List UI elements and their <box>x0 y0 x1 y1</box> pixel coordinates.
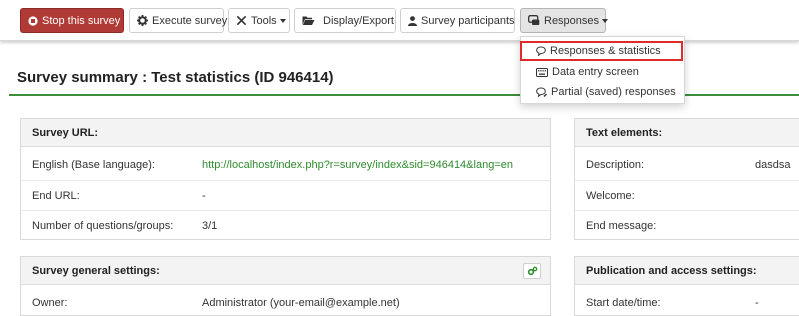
chevron-down-icon <box>602 18 609 23</box>
menu-item-partial-responses[interactable]: Partial (saved) responses <box>521 82 684 102</box>
responses-icon <box>528 15 540 26</box>
menu-item-responses-statistics[interactable]: Responses & statistics <box>520 41 683 61</box>
menu-item-label: Responses & statistics <box>550 45 661 57</box>
panel-title: Survey URL: <box>21 119 550 147</box>
speech-bubble-edit-icon <box>536 87 547 97</box>
responses-dropdown-menu: Responses & statistics Data entry screen… <box>520 36 685 104</box>
row-value-owner: Administrator (your-email@example.net) <box>202 297 400 309</box>
row-label-questions-groups: Number of questions/groups: <box>32 220 174 232</box>
tools-menu-button[interactable]: Tools <box>228 8 290 33</box>
menu-item-label: Partial (saved) responses <box>551 86 676 98</box>
row-value-questions-groups: 3/1 <box>202 220 218 232</box>
stop-icon <box>28 15 38 26</box>
stop-survey-button[interactable]: Stop this survey <box>20 8 124 33</box>
page-title: Survey summary : Test statistics (ID 946… <box>17 69 334 86</box>
gears-icon <box>527 266 538 276</box>
gear-icon <box>137 15 148 26</box>
row-divider <box>21 180 550 181</box>
row-label-welcome: Welcome: <box>586 190 635 202</box>
row-value-start-date: - <box>755 297 759 309</box>
survey-participants-button[interactable]: Survey participants <box>400 8 515 33</box>
display-export-button[interactable]: Display/Export <box>294 8 396 33</box>
row-label-description: Description: <box>586 159 645 171</box>
panel-title: Publication and access settings: <box>575 257 799 285</box>
execute-survey-button[interactable]: Execute survey <box>129 8 228 33</box>
responses-label: Responses <box>544 14 600 27</box>
row-divider <box>575 180 799 181</box>
responses-menu-button[interactable]: Responses <box>520 8 609 33</box>
tools-label: Tools <box>251 14 277 27</box>
survey-participants-label: Survey participants <box>421 14 515 27</box>
row-value-description: dasdsa <box>755 159 791 171</box>
tools-icon <box>236 15 247 26</box>
survey-url-panel: Survey URL: English (Base language): htt… <box>20 118 551 240</box>
row-label-owner: Owner: <box>32 297 68 309</box>
folder-open-icon <box>302 15 315 26</box>
keyboard-icon <box>536 67 548 77</box>
general-settings-panel: Survey general settings: Owner: Administ… <box>20 256 551 316</box>
row-label-end-message: End message: <box>586 220 657 232</box>
publication-settings-panel: Publication and access settings: Start d… <box>574 256 799 316</box>
settings-gear-button[interactable] <box>523 263 541 279</box>
row-divider <box>21 210 550 211</box>
top-toolbar: Stop this survey Execute survey Tools Di… <box>0 0 799 41</box>
survey-url-link[interactable]: http://localhost/index.php?r=survey/inde… <box>202 159 513 171</box>
stop-survey-label: Stop this survey <box>42 14 121 27</box>
text-elements-panel: Text elements: Description: dasdsa Welco… <box>574 118 799 240</box>
speech-bubble-icon <box>536 46 546 56</box>
chevron-down-icon <box>279 18 286 23</box>
execute-survey-label: Execute survey <box>152 14 228 27</box>
panel-title: Survey general settings: <box>21 257 550 285</box>
row-label-base-language: English (Base language): <box>32 159 155 171</box>
row-label-start-date: Start date/time: <box>586 297 661 309</box>
menu-item-data-entry[interactable]: Data entry screen <box>521 62 684 82</box>
user-icon <box>408 15 417 26</box>
row-label-end-url: End URL: <box>32 190 80 202</box>
row-divider <box>575 210 799 211</box>
panel-title: Text elements: <box>575 119 799 147</box>
row-value-end-url: - <box>202 190 206 202</box>
menu-item-label: Data entry screen <box>552 66 639 78</box>
display-export-label: Display/Export <box>323 14 394 27</box>
